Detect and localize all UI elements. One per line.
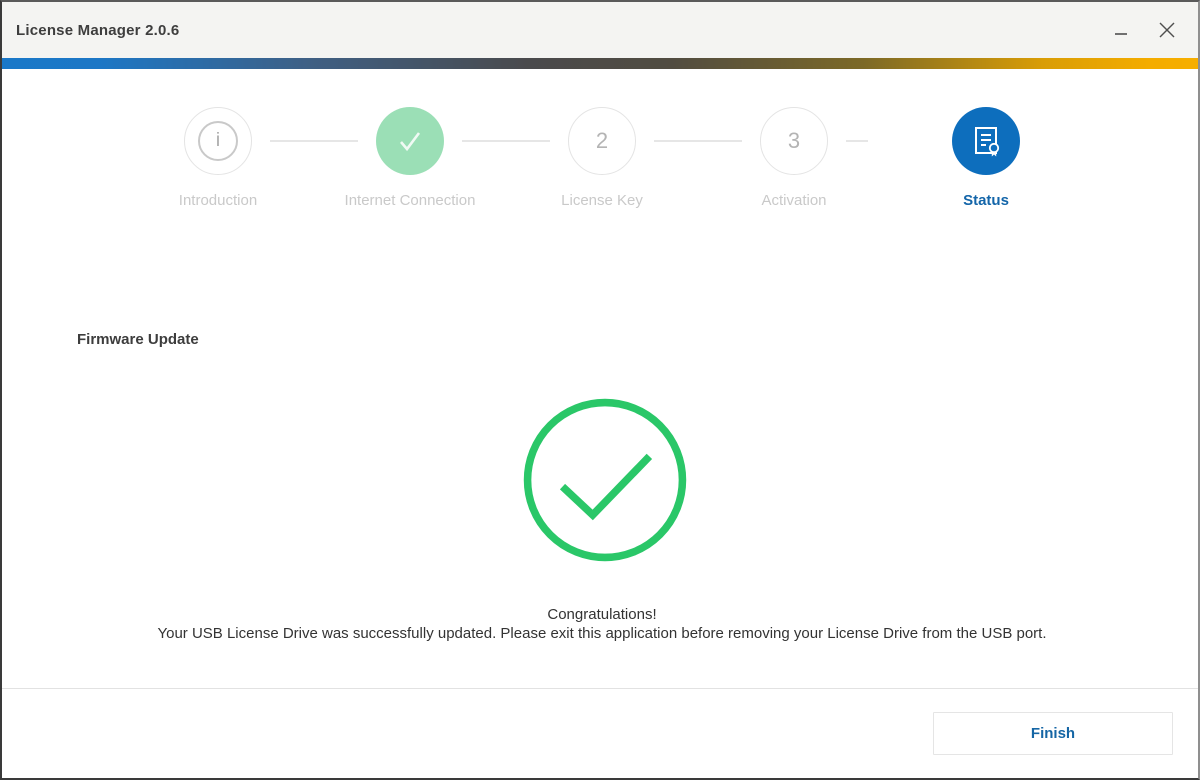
titlebar: License Manager 2.0.6 (2, 2, 1198, 58)
page-title: Firmware Update (77, 331, 199, 348)
step-connector (654, 140, 742, 142)
step-label: Introduction (179, 192, 257, 209)
step-label: Internet Connection (345, 192, 476, 209)
step-label: Activation (761, 192, 826, 209)
step-connector (270, 140, 358, 142)
app-window: License Manager 2.0.6 (0, 0, 1200, 780)
close-button[interactable] (1144, 7, 1190, 53)
step-circle: i (184, 107, 252, 175)
step-number: 3 (788, 128, 800, 154)
step-connector (846, 140, 868, 142)
info-icon: i (198, 121, 238, 161)
step-circle (952, 107, 1020, 175)
success-check-icon (520, 395, 690, 570)
step-number: 2 (596, 128, 608, 154)
step-connector (462, 140, 550, 142)
step-label: Status (963, 192, 1009, 209)
minimize-button[interactable] (1098, 7, 1144, 53)
step-circle (376, 107, 444, 175)
step-label: License Key (561, 192, 643, 209)
window-title: License Manager 2.0.6 (2, 22, 179, 39)
wizard-stepper: i Introduction Internet Connection 2 Lic… (122, 107, 1082, 217)
step-license-key: 2 License Key (506, 107, 698, 209)
minimize-icon (1113, 22, 1129, 38)
step-activation: 3 Activation (698, 107, 890, 209)
step-internet-connection: Internet Connection (314, 107, 506, 209)
result-headline: Congratulations! (2, 606, 1200, 623)
step-status: Status (890, 107, 1082, 209)
result-message: Your USB License Drive was successfully … (2, 625, 1200, 642)
check-icon (393, 124, 427, 158)
step-circle: 3 (760, 107, 828, 175)
accent-gradient-bar (2, 58, 1198, 69)
window-controls (1098, 2, 1190, 58)
close-icon (1158, 21, 1176, 39)
certificate-icon (967, 122, 1005, 160)
finish-button[interactable]: Finish (933, 712, 1173, 755)
footer-divider (2, 688, 1198, 689)
step-circle: 2 (568, 107, 636, 175)
step-introduction: i Introduction (122, 107, 314, 209)
